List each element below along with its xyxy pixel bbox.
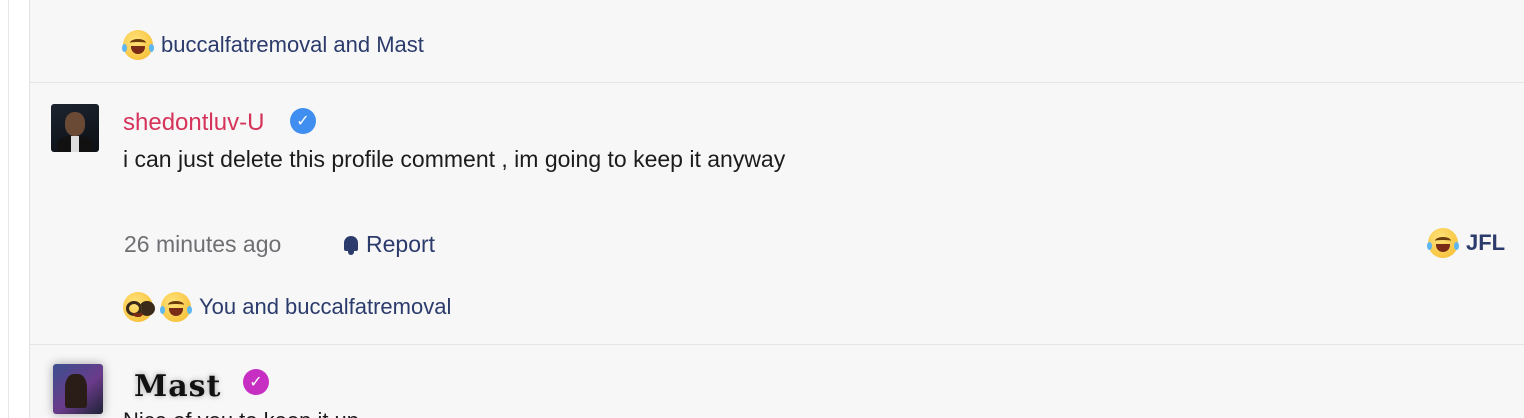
nerd-face-emoji-icon [123, 292, 153, 322]
report-button[interactable]: Report [342, 231, 435, 258]
comment-username[interactable]: shedontluv-U [123, 109, 264, 137]
comment-timestamp: 26 minutes ago [124, 231, 282, 257]
comment-text: Nice of you to keep it up [123, 408, 359, 418]
avatar[interactable] [51, 104, 99, 152]
laughing-tears-emoji-icon [160, 292, 192, 322]
verified-check-icon: ✓ [243, 369, 269, 395]
reactions-summary-text: You and buccalfatremoval [199, 294, 452, 319]
verified-check-icon: ✓ [290, 108, 316, 134]
comment-username[interactable]: Mast [134, 369, 221, 404]
reactions-summary-top[interactable]: buccalfatremoval and Mast [122, 30, 424, 60]
comment-divider [30, 82, 1524, 83]
thread-guide-line [8, 0, 9, 418]
laughing-tears-emoji-icon [122, 30, 154, 60]
comment-feed: buccalfatremoval and Mast shedontluv-U ✓… [29, 0, 1524, 418]
bell-icon [342, 235, 360, 255]
avatar[interactable] [53, 364, 103, 414]
comment-text: i can just delete this profile comment ,… [123, 146, 786, 172]
reactions-summary[interactable]: You and buccalfatremoval [123, 292, 451, 322]
comment-divider [30, 344, 1524, 345]
reactions-summary-text: buccalfatremoval and Mast [161, 32, 424, 57]
react-jfl-button[interactable]: JFL [1427, 228, 1506, 258]
react-jfl-label: JFL [1466, 230, 1506, 255]
laughing-tears-emoji-icon [1427, 228, 1459, 258]
report-label: Report [366, 231, 436, 257]
